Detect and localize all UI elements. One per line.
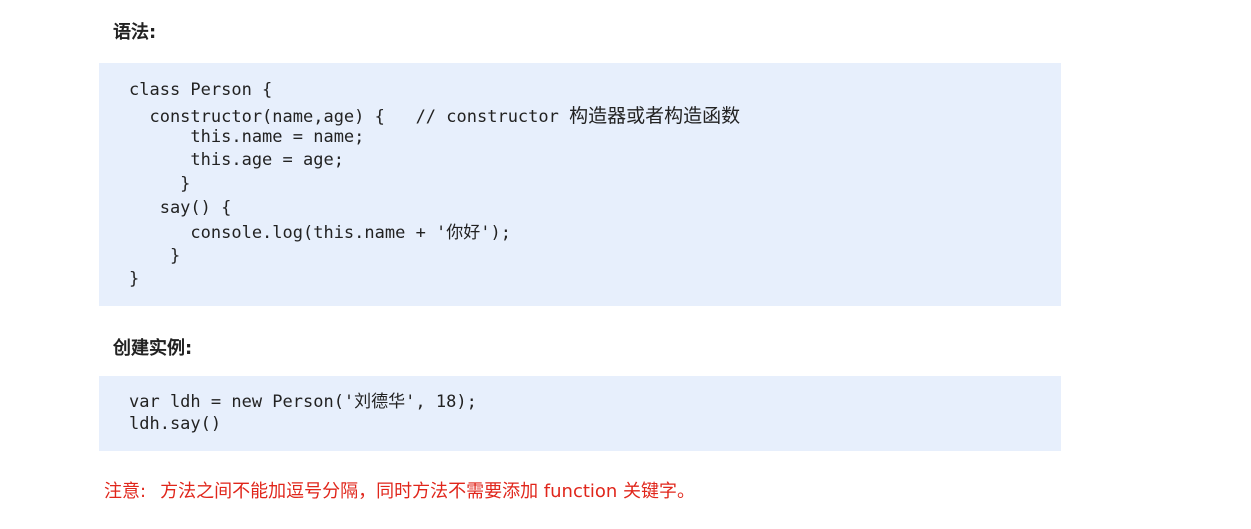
- note-text: 方法之间不能加逗号分隔，同时方法不需要添加 function 关键字。: [160, 481, 696, 502]
- code-line: this.age = age;: [129, 150, 344, 170]
- code-text: constructor(name,age) { // constructor: [129, 107, 570, 127]
- code-line: ldh.say(): [129, 414, 222, 434]
- note: 注意: 方法之间不能加逗号分隔，同时方法不需要添加 function 关键字。: [104, 480, 695, 504]
- instance-code-block: var ldh = new Person('刘德华', 18); ldh.say…: [99, 376, 1061, 451]
- code-line: class Person {: [129, 80, 273, 100]
- code-comment-text: 构造器或者构造函数: [569, 105, 741, 127]
- code-line: constructor(name,age) { // constructor 构…: [129, 105, 740, 128]
- code-line: }: [129, 174, 191, 194]
- code-line: this.name = name;: [129, 127, 365, 147]
- note-label: 注意:: [104, 481, 147, 502]
- syntax-heading: 语法:: [113, 22, 157, 43]
- instance-heading: 创建实例:: [113, 338, 193, 359]
- syntax-code-block: class Person { constructor(name,age) { /…: [99, 63, 1061, 306]
- code-line: say() {: [129, 198, 232, 218]
- code-line: }: [129, 246, 181, 266]
- code-line: }: [129, 269, 140, 289]
- code-line: console.log(this.name + '你好');: [129, 223, 511, 243]
- code-line: var ldh = new Person('刘德华', 18);: [129, 392, 477, 412]
